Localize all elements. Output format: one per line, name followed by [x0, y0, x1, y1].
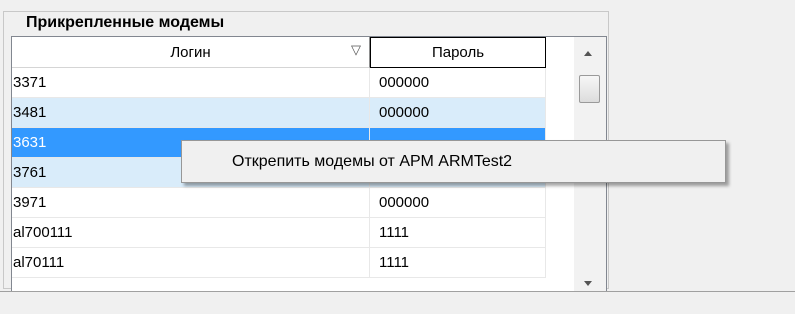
cell-login: 3371 [12, 68, 370, 97]
column-header-password-label: Пароль [431, 44, 485, 61]
table-row[interactable]: al70111 1111 [12, 248, 546, 278]
cell-password: 1111 [370, 218, 546, 247]
column-header-login-label: Логин [170, 43, 211, 61]
table-row[interactable]: 3481 000000 [12, 98, 546, 128]
cell-password: 000000 [370, 98, 546, 127]
form-footer-area [0, 292, 795, 314]
cell-login: al70111 [12, 248, 370, 277]
cell-password: 000000 [370, 68, 546, 97]
table-row[interactable]: al700111 1111 [12, 218, 546, 248]
cell-login: 3971 [12, 188, 370, 217]
table-row[interactable]: 3971 000000 [12, 188, 546, 218]
cell-password: 1111 [370, 248, 546, 277]
context-menu[interactable]: Открепить модемы от АРМ ARMTest2 [181, 140, 726, 183]
groupbox-title: Прикрепленные модемы [22, 13, 229, 33]
scrollbar-thumb[interactable] [579, 75, 600, 103]
column-header-password[interactable]: Пароль [370, 37, 546, 68]
cell-login: al700111 [12, 218, 370, 247]
cell-password: 000000 [370, 188, 546, 217]
scroll-down-arrow-icon[interactable] [584, 281, 592, 286]
menu-item-detach-modems[interactable]: Открепить модемы от АРМ ARMTest2 [232, 141, 512, 182]
filter-triangle-icon[interactable]: ▽ [351, 42, 361, 58]
column-header-login[interactable]: Логин ▽ [12, 37, 370, 68]
scroll-up-arrow-icon[interactable] [584, 51, 592, 56]
cell-login: 3481 [12, 98, 370, 127]
table-row[interactable]: 3371 000000 [12, 68, 546, 98]
